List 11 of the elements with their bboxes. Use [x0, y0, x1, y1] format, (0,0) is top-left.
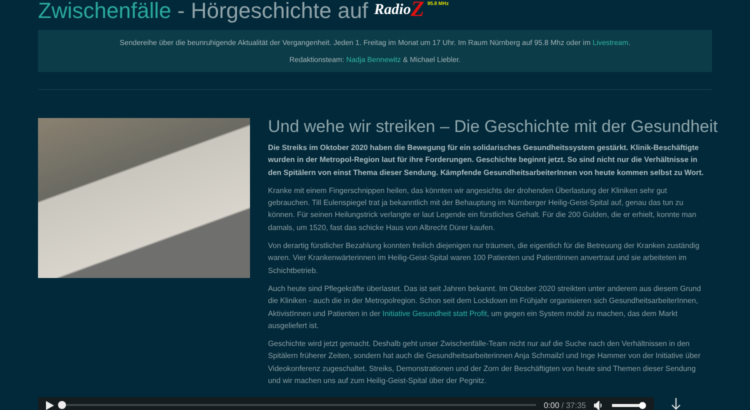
download-icon[interactable] [670, 398, 682, 410]
title-link[interactable]: Zwischenfälle [38, 0, 172, 23]
volume-thumb[interactable] [639, 402, 646, 409]
play-icon[interactable] [46, 400, 54, 410]
page-title: Zwischenfälle - Hörgeschichte auf [38, 0, 368, 24]
time-display: 0:00 / 37:35 [544, 400, 586, 410]
logo-word: Radio [374, 2, 411, 19]
article-heading: Und wehe wir streiken – Die Geschichte mit der Gesundheit [268, 117, 718, 137]
progress-thumb[interactable] [58, 401, 66, 410]
logo-letter: Z [410, 0, 424, 20]
speaker-icon[interactable] [594, 400, 604, 410]
